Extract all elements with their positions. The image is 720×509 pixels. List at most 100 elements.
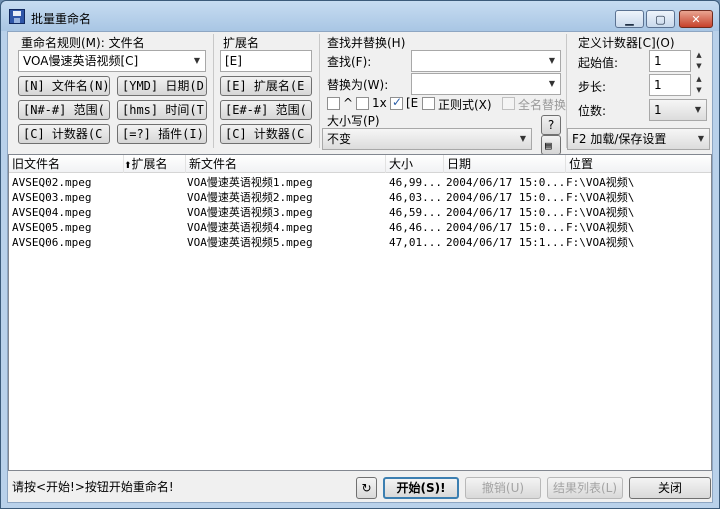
case-sensitive-checkbox[interactable] bbox=[327, 97, 340, 110]
spin-down-icon[interactable]: ▼ bbox=[692, 85, 706, 96]
insert-range-button[interactable]: [N#-#] 范围( bbox=[18, 100, 110, 120]
case-label: 大小写(P) bbox=[327, 114, 380, 128]
minimize-button[interactable]: ▁ bbox=[615, 10, 644, 28]
start-value-spinner[interactable]: ▲ ▼ bbox=[692, 50, 706, 72]
cell-date: 2004/06/17 15:0... bbox=[446, 206, 564, 219]
step-spinner[interactable]: ▲ ▼ bbox=[692, 74, 706, 96]
digits-label: 位数: bbox=[578, 104, 607, 118]
cell-size: 46,03... bbox=[389, 191, 442, 204]
chevron-down-icon[interactable]: ▼ bbox=[515, 129, 531, 149]
include-extension-checkbox[interactable] bbox=[390, 95, 403, 110]
full-name-replace-label: 全名替换 bbox=[518, 98, 567, 112]
digits-value: 1 bbox=[654, 103, 662, 117]
find-replace-label: 查找并替换(H) bbox=[327, 36, 406, 50]
cell-location: F:\VOA视频\ bbox=[566, 206, 635, 219]
title-bar: 批量重命名 ▁ ▢ ✕ bbox=[1, 1, 719, 31]
chevron-down-icon[interactable]: ▼ bbox=[544, 74, 560, 94]
spin-up-icon[interactable]: ▲ bbox=[692, 74, 706, 85]
insert-extension-button[interactable]: [E] 扩展名(E bbox=[220, 76, 312, 96]
cell-extension bbox=[127, 190, 185, 205]
replace-combo[interactable]: ▼ bbox=[411, 73, 561, 95]
sort-up-icon: ⬆ bbox=[124, 161, 132, 171]
results-list-button[interactable]: 结果列表(L) bbox=[547, 477, 623, 499]
chevron-down-icon[interactable]: ▼ bbox=[544, 51, 560, 71]
refresh-icon: ↻ bbox=[361, 481, 372, 495]
load-save-settings-combo[interactable]: F2 加载/保存设置 ▼ bbox=[567, 128, 710, 150]
insert-plugin-button[interactable]: [=?] 插件(I) bbox=[117, 124, 207, 144]
column-new-name[interactable]: 新文件名 bbox=[186, 155, 386, 173]
spin-up-icon[interactable]: ▲ bbox=[692, 50, 706, 61]
cell-size: 46,59... bbox=[389, 206, 442, 219]
minimize-icon: ▁ bbox=[625, 12, 634, 26]
counter-label: 定义计数器[C](O) bbox=[578, 36, 675, 50]
divider bbox=[319, 34, 320, 148]
refresh-button[interactable]: ↻ bbox=[356, 477, 377, 499]
cell-old-name: AVSEQ05.mpeg bbox=[12, 221, 92, 234]
table-row[interactable]: AVSEQ05.mpeg VOA慢速英语视频4.mpeg 46,46... 2004/… bbox=[9, 220, 709, 235]
insert-time-button[interactable]: [hms] 时间(T bbox=[117, 100, 207, 120]
table-row[interactable]: AVSEQ04.mpeg VOA慢速英语视频3.mpeg 46,59... 2004/… bbox=[9, 205, 709, 220]
start-button[interactable]: 开始(S)! bbox=[383, 477, 459, 499]
rename-rule-label: 重命名规则(M): 文件名 bbox=[21, 36, 145, 50]
cell-location: F:\VOA视频\ bbox=[566, 176, 635, 189]
maximize-icon: ▢ bbox=[655, 12, 666, 26]
replace-once-checkbox[interactable] bbox=[356, 97, 369, 110]
insert-ext-range-button[interactable]: [E#-#] 范围( bbox=[220, 100, 312, 120]
dialog-body: 重命名规则(M): 文件名 VOA慢速英语视频[C] ▼ [N] 文件名(N) … bbox=[7, 31, 713, 503]
step-input[interactable]: 1 bbox=[649, 74, 691, 96]
cell-old-name: AVSEQ03.mpeg bbox=[12, 191, 92, 204]
maximize-button[interactable]: ▢ bbox=[646, 10, 675, 28]
cell-size: 46,46... bbox=[389, 221, 442, 234]
help-button[interactable]: ? bbox=[541, 115, 561, 135]
chevron-down-icon[interactable]: ▼ bbox=[189, 51, 205, 71]
find-combo[interactable]: ▼ bbox=[411, 50, 561, 72]
regex-checkbox[interactable] bbox=[422, 97, 435, 110]
insert-filename-button[interactable]: [N] 文件名(N) bbox=[18, 76, 110, 96]
rename-rule-value: VOA慢速英语视频[C] bbox=[23, 54, 139, 68]
close-window-button[interactable]: ✕ bbox=[679, 10, 713, 28]
close-icon: ✕ bbox=[691, 12, 701, 26]
load-save-label: F2 加载/保存设置 bbox=[572, 132, 667, 146]
digits-combo[interactable]: 1 ▼ bbox=[649, 99, 707, 121]
spin-down-icon[interactable]: ▼ bbox=[692, 61, 706, 72]
column-size[interactable]: 大小 bbox=[386, 155, 444, 173]
regex-label: 正则式(X) bbox=[438, 98, 492, 112]
undo-button[interactable]: 撤销(U) bbox=[465, 477, 541, 499]
table-row[interactable]: AVSEQ02.mpeg VOA慢速英语视频1.mpeg 46,99... 2004/… bbox=[9, 175, 709, 190]
chevron-down-icon[interactable]: ▼ bbox=[690, 100, 706, 120]
column-extension[interactable]: ⬆扩展名 bbox=[124, 155, 186, 173]
clipboard-icon: ▤ bbox=[545, 139, 552, 152]
cell-location: F:\VOA视频\ bbox=[566, 191, 635, 204]
insert-counter-button[interactable]: [C] 计数器(C bbox=[18, 124, 110, 144]
full-name-replace-checkbox[interactable] bbox=[502, 97, 515, 110]
insert-date-button[interactable]: [YMD] 日期(D) bbox=[117, 76, 207, 96]
cell-new-name: VOA慢速英语视频1.mpeg bbox=[187, 176, 313, 189]
cell-new-name: VOA慢速英语视频4.mpeg bbox=[187, 221, 313, 234]
column-date[interactable]: 日期 bbox=[444, 155, 566, 173]
cell-old-name: AVSEQ04.mpeg bbox=[12, 206, 92, 219]
clipboard-button[interactable]: ▤ bbox=[541, 135, 561, 155]
cell-extension bbox=[127, 235, 185, 250]
cell-old-name: AVSEQ02.mpeg bbox=[12, 176, 92, 189]
chevron-down-icon[interactable]: ▼ bbox=[693, 129, 709, 149]
table-row[interactable]: AVSEQ03.mpeg VOA慢速英语视频2.mpeg 46,03... 2004/… bbox=[9, 190, 709, 205]
cell-old-name: AVSEQ06.mpeg bbox=[12, 236, 92, 249]
file-list[interactable]: 旧文件名 ⬆扩展名 新文件名 大小 日期 位置 AVSEQ02.mpeg VOA慢… bbox=[8, 154, 712, 471]
start-value-input[interactable]: 1 bbox=[649, 50, 691, 72]
case-combo[interactable]: 不变 ▼ bbox=[322, 128, 532, 150]
cell-extension bbox=[127, 205, 185, 220]
cell-date: 2004/06/17 15:0... bbox=[446, 176, 564, 189]
find-label: 查找(F): bbox=[327, 55, 372, 69]
cell-size: 46,99... bbox=[389, 176, 442, 189]
cell-new-name: VOA慢速英语视频2.mpeg bbox=[187, 191, 313, 204]
close-button[interactable]: 关闭 bbox=[629, 477, 711, 499]
column-location[interactable]: 位置 bbox=[566, 155, 711, 173]
extension-input[interactable]: [E] bbox=[220, 50, 312, 72]
extension-label: 扩展名 bbox=[223, 36, 260, 50]
cell-new-name: VOA慢速英语视频3.mpeg bbox=[187, 206, 313, 219]
cell-date: 2004/06/17 15:0... bbox=[446, 191, 564, 204]
insert-ext-counter-button[interactable]: [C] 计数器(C bbox=[220, 124, 312, 144]
column-old-name[interactable]: 旧文件名 bbox=[9, 155, 124, 173]
table-row[interactable]: AVSEQ06.mpeg VOA慢速英语视频5.mpeg 47,01... 2004/… bbox=[9, 235, 709, 250]
rename-rule-combo[interactable]: VOA慢速英语视频[C] ▼ bbox=[18, 50, 206, 72]
